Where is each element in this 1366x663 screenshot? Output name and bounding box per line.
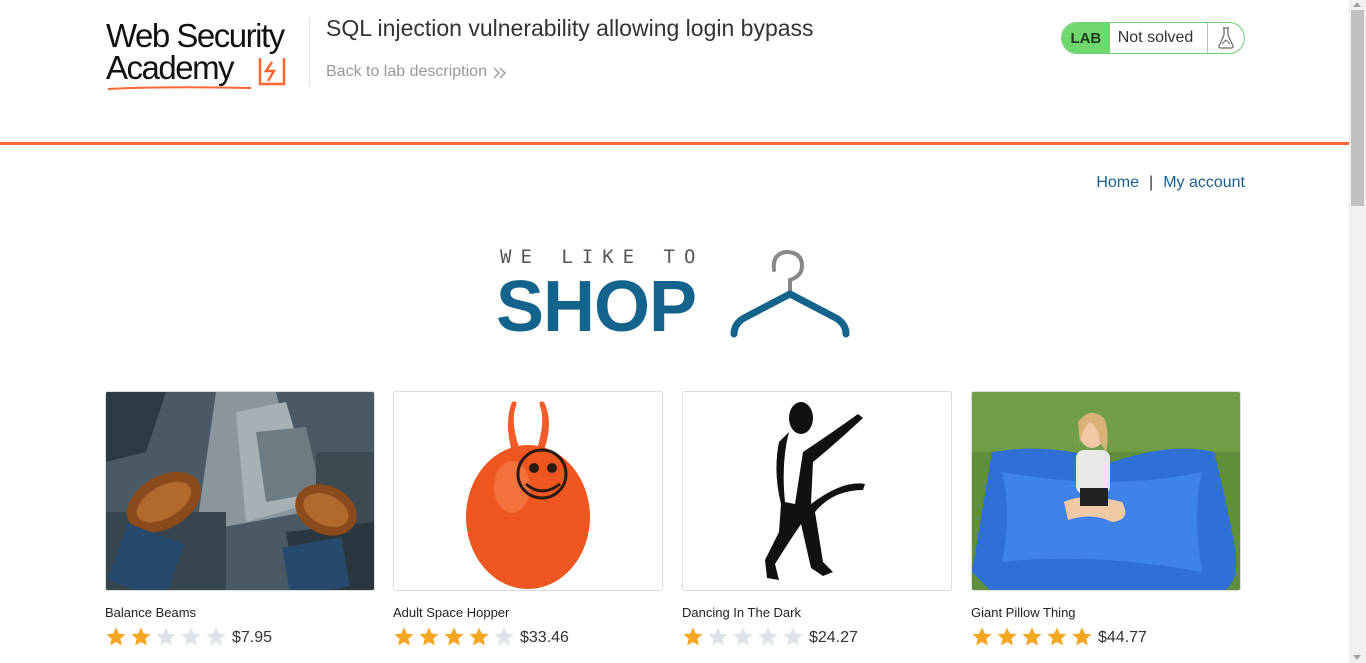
product-rating-row: $24.27 — [682, 626, 952, 648]
star-filled-icon — [394, 627, 414, 646]
flask-icon — [1208, 23, 1244, 53]
lab-status-text: Not solved — [1110, 23, 1209, 53]
product-price: $24.27 — [809, 629, 858, 646]
vertical-scrollbar[interactable] — [1349, 0, 1366, 663]
star-filled-icon — [683, 627, 703, 646]
nav-separator: | — [1149, 174, 1154, 191]
header-divider — [309, 18, 310, 86]
banner-tagline: WE LIKE TO — [500, 246, 705, 268]
star-rating — [393, 626, 515, 648]
lab-badge: LAB — [1062, 23, 1110, 53]
star-filled-icon — [419, 627, 439, 646]
star-filled-icon — [1072, 627, 1092, 646]
star-empty-icon — [733, 627, 753, 646]
logo-underline — [107, 86, 252, 90]
product-rating-row: $33.46 — [393, 626, 663, 648]
logo-bolt-icon — [258, 58, 286, 86]
shoes-over-city-image[interactable] — [105, 391, 375, 591]
star-filled-icon — [106, 627, 126, 646]
star-empty-icon — [758, 627, 778, 646]
star-empty-icon — [181, 627, 201, 646]
star-rating — [682, 626, 804, 648]
product-name[interactable]: Dancing In The Dark — [682, 605, 952, 620]
product-name[interactable]: Balance Beams — [105, 605, 375, 620]
product-price: $33.46 — [520, 629, 569, 646]
product-price: $7.95 — [232, 629, 273, 646]
scroll-down-arrow-icon[interactable] — [1353, 655, 1361, 660]
logo-line-2: Academy — [106, 49, 235, 86]
star-empty-icon — [206, 627, 226, 646]
back-to-lab-description-link[interactable]: Back to lab description — [326, 63, 507, 81]
logo-line-1: Web Security — [106, 17, 285, 54]
product-name[interactable]: Adult Space Hopper — [393, 605, 663, 620]
star-filled-icon — [972, 627, 992, 646]
star-empty-icon — [156, 627, 176, 646]
top-navigation: Home | My account — [1096, 174, 1245, 192]
dancer-silhouette-image[interactable] — [682, 391, 952, 591]
giant-pillow-image[interactable] — [971, 391, 1241, 591]
star-empty-icon — [494, 627, 514, 646]
star-filled-icon — [131, 627, 151, 646]
banner-title: SHOP — [496, 267, 697, 347]
we-like-to-shop-banner: WE LIKE TO SHOP — [496, 242, 858, 347]
star-filled-icon — [444, 627, 464, 646]
product-card[interactable]: Giant Pillow Thing $44.77 — [971, 391, 1241, 648]
clothes-hanger-icon — [730, 249, 850, 338]
site-header: Web Security Academy SQL injection vulne… — [0, 0, 1349, 145]
star-filled-icon — [469, 627, 489, 646]
lab-title: SQL injection vulnerability allowing log… — [326, 15, 814, 41]
back-link-label: Back to lab description — [326, 63, 487, 80]
my-account-link[interactable]: My account — [1163, 174, 1245, 192]
web-security-academy-logo[interactable]: Web Security Academy — [106, 17, 306, 92]
scroll-up-arrow-icon[interactable] — [1353, 2, 1361, 7]
product-card[interactable]: Adult Space Hopper $33.46 — [393, 391, 663, 648]
product-name[interactable]: Giant Pillow Thing — [971, 605, 1241, 620]
home-link[interactable]: Home — [1096, 174, 1139, 192]
star-empty-icon — [708, 627, 728, 646]
star-filled-icon — [1047, 627, 1067, 646]
product-rating-row: $7.95 — [105, 626, 375, 648]
star-empty-icon — [783, 627, 803, 646]
product-rating-row: $44.77 — [971, 626, 1241, 648]
lab-status-widget: LAB Not solved — [1061, 22, 1245, 54]
star-rating — [105, 626, 227, 648]
scrollbar-thumb[interactable] — [1351, 10, 1364, 206]
space-hopper-image[interactable] — [393, 391, 663, 591]
product-price: $44.77 — [1098, 629, 1147, 646]
double-chevron-right-icon — [493, 67, 506, 78]
star-rating — [971, 626, 1093, 648]
product-card[interactable]: Balance Beams $7.95 — [105, 391, 375, 648]
product-card[interactable]: Dancing In The Dark $24.27 — [682, 391, 952, 648]
star-filled-icon — [997, 627, 1017, 646]
star-filled-icon — [1022, 627, 1042, 646]
